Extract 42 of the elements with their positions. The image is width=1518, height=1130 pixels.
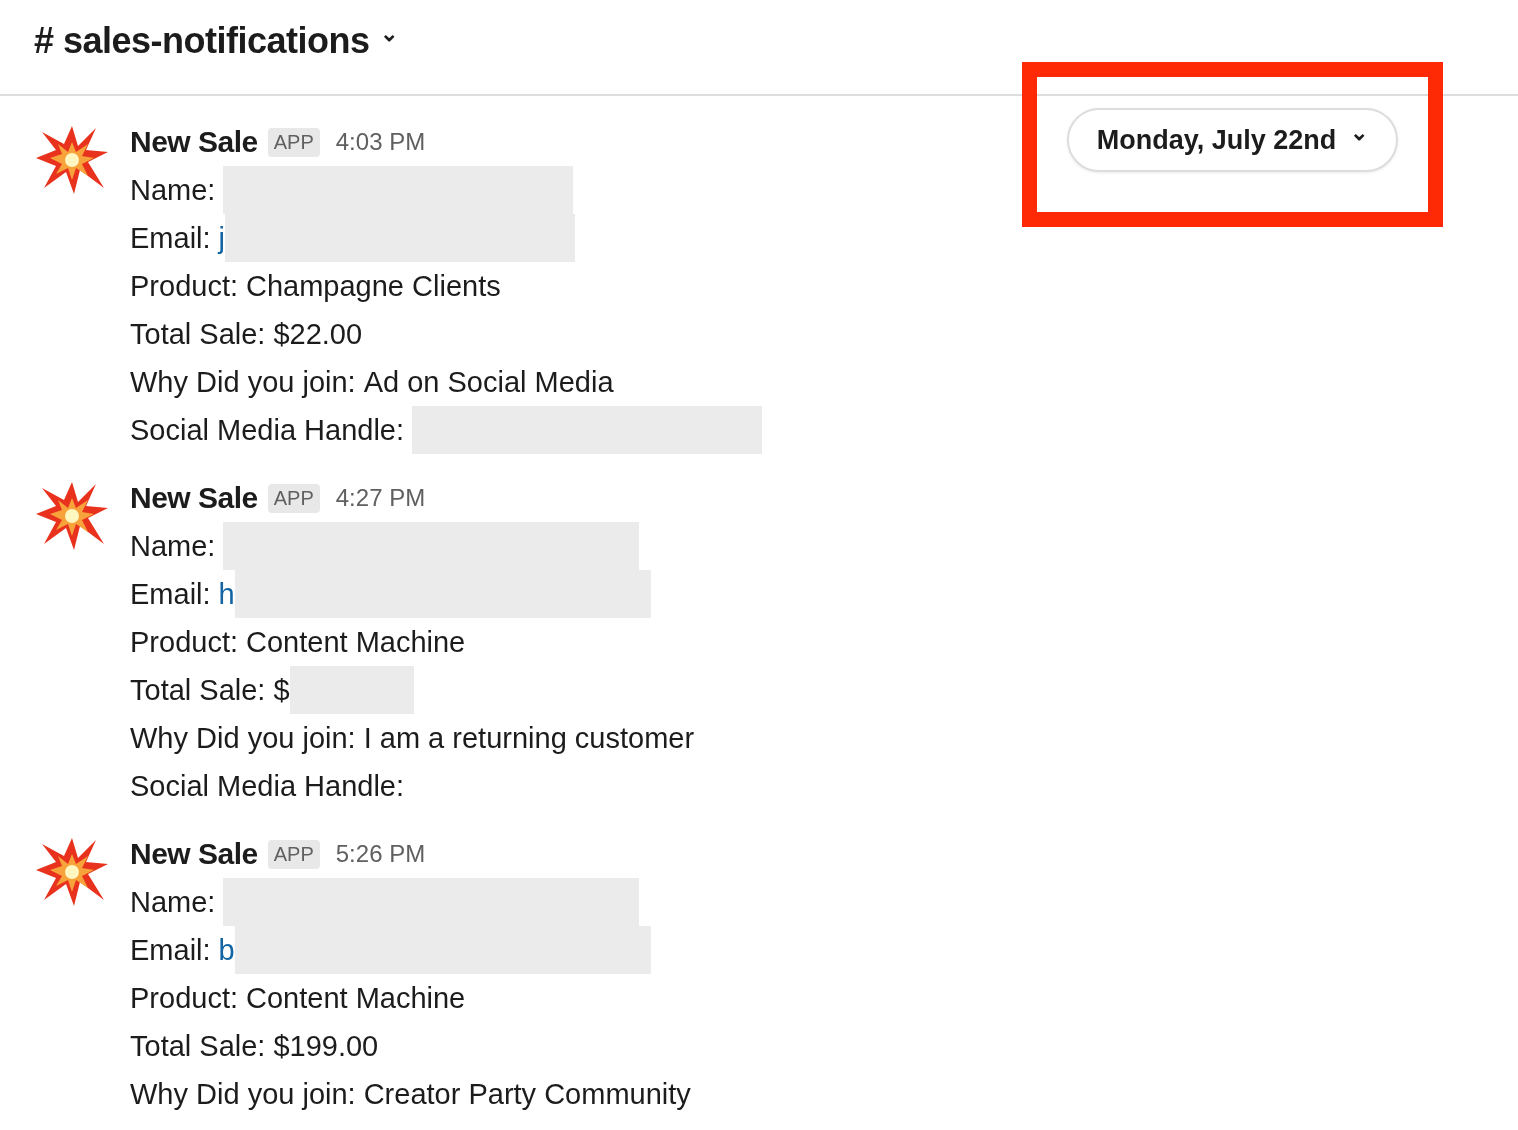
email-link[interactable]: h <box>218 577 235 611</box>
field-label: Why Did you join: <box>130 721 356 755</box>
date-button[interactable]: Monday, July 22nd ⌄ <box>1067 108 1398 172</box>
field-label: Product: <box>130 981 238 1015</box>
email-link[interactable]: b <box>218 933 235 967</box>
email-link[interactable]: j <box>218 221 226 255</box>
message-time[interactable]: 4:03 PM <box>335 128 426 156</box>
field-label: Why Did you join: <box>130 365 356 399</box>
field-value: Ad on Social Media <box>363 365 614 399</box>
field-label: Total Sale: <box>130 317 266 351</box>
field-label: Email: <box>130 933 211 967</box>
app-badge: APP <box>267 839 320 869</box>
app-badge: APP <box>267 483 320 513</box>
field-value: $199.00 <box>273 1029 379 1063</box>
message-time[interactable]: 5:26 PM <box>335 840 426 868</box>
field-value: Content Machine <box>246 981 466 1015</box>
caret-icon: ⌄ <box>1350 122 1369 144</box>
field-label: Name: <box>130 173 216 207</box>
field-value: Champagne Clients <box>246 269 501 303</box>
field-label: Name: <box>130 529 216 563</box>
channel-title[interactable]: # sales-notifications <box>34 20 370 62</box>
app-badge: APP <box>267 127 320 157</box>
field-label: Product: <box>130 625 238 659</box>
field-label: Social Media Handle: <box>130 769 405 803</box>
field-label: Email: <box>130 221 211 255</box>
message-time[interactable]: 4:27 PM <box>335 484 426 512</box>
field-label: Why Did you join: <box>130 1077 356 1111</box>
sender-name[interactable]: New Sale <box>130 837 258 871</box>
sender-name[interactable]: New Sale <box>130 481 258 515</box>
field-label: Total Sale: <box>130 1029 266 1063</box>
field-value: Content Machine <box>246 625 466 659</box>
field-value: I am a returning customer <box>363 721 695 755</box>
field-label: Total Sale: <box>130 673 266 707</box>
field-label: Email: <box>130 577 211 611</box>
field-value: $ <box>273 673 290 707</box>
field-value: Creator Party Community <box>363 1077 691 1111</box>
field-label: Social Media Handle: <box>130 413 405 447</box>
field-label: Name: <box>130 885 216 919</box>
field-value: $22.00 <box>273 317 363 351</box>
field-label: Product: <box>130 269 238 303</box>
caret-icon[interactable]: ⌄ <box>379 23 398 45</box>
sender-name[interactable]: New Sale <box>130 125 258 159</box>
